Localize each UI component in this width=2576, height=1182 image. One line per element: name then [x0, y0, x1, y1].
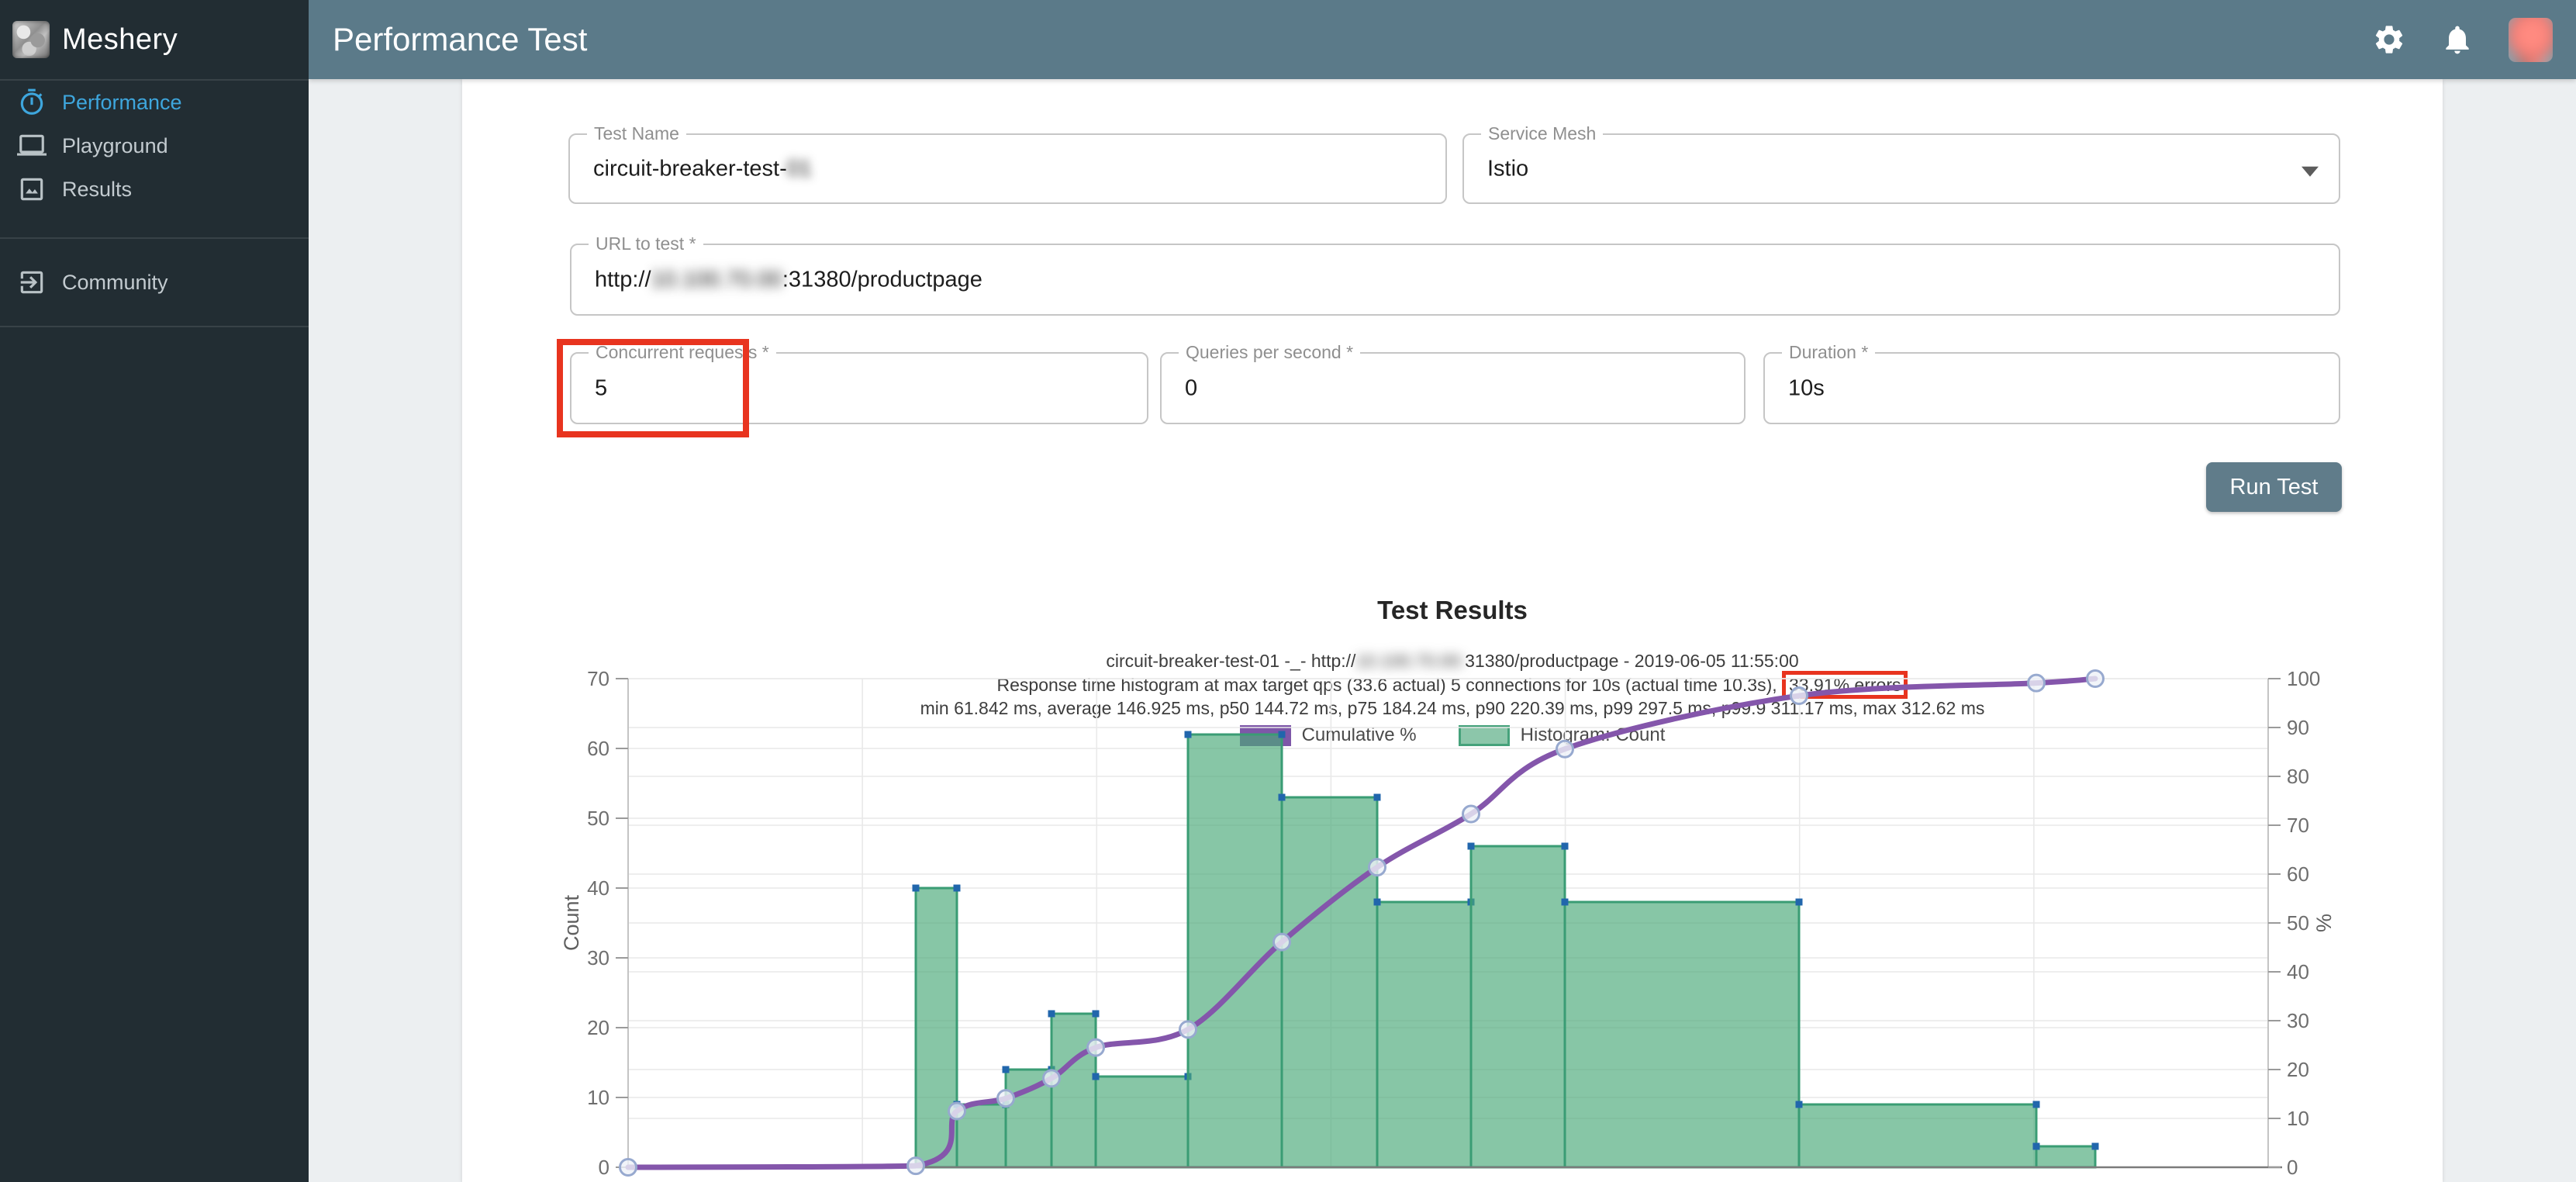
- legend-swatch-histogram: [1459, 725, 1510, 746]
- service-mesh-select[interactable]: Service Mesh Istio: [1462, 133, 2340, 204]
- results-summary: circuit-breaker-test-01 -_- http://10.10…: [462, 651, 2443, 717]
- url-field[interactable]: URL to test * http://10.100.70.00:31380/…: [570, 244, 2340, 316]
- test-name-label: Test Name: [587, 123, 686, 144]
- sidebar-item-label: Community: [62, 271, 168, 295]
- main-content: Test Name circuit-breaker-test-01 Servic…: [309, 79, 2576, 1182]
- page-title: Performance Test: [309, 21, 587, 58]
- duration-label: Duration *: [1782, 342, 1875, 363]
- performance-test-card: Test Name circuit-breaker-test-01 Servic…: [462, 79, 2443, 1182]
- sidebar-item-performance[interactable]: Performance: [0, 81, 309, 124]
- chart-legend: Cumulative % Histogram: Count: [462, 724, 2443, 746]
- qps-field[interactable]: Queries per second * 0: [1160, 352, 1746, 424]
- legend-label-cumulative: Cumulative %: [1302, 724, 1417, 746]
- results-line-3: min 61.842 ms, average 146.925 ms, p50 1…: [462, 699, 2443, 718]
- highlight-box-errors: 33.91% errors: [1782, 671, 1908, 699]
- run-test-button[interactable]: Run Test: [2206, 462, 2342, 512]
- masked-text: 10.100.70.00:: [1355, 651, 1465, 671]
- user-avatar[interactable]: [2509, 18, 2553, 62]
- timer-icon: [17, 88, 47, 117]
- chart-image-icon: [17, 175, 47, 204]
- sidebar-item-results[interactable]: Results: [0, 168, 309, 211]
- bell-icon[interactable]: [2440, 22, 2474, 57]
- sidebar-item-community[interactable]: Community: [0, 261, 309, 304]
- service-mesh-label: Service Mesh: [1481, 123, 1603, 144]
- concurrent-requests-field[interactable]: Concurrent requests * 5: [570, 352, 1148, 424]
- masked-text: 10.100.70.00: [651, 267, 782, 292]
- results-line-2: Response time histogram at max target qp…: [462, 671, 2443, 699]
- sidebar-item-label: Playground: [62, 134, 168, 158]
- brand[interactable]: Meshery: [0, 0, 309, 79]
- sidebar-divider: [0, 326, 309, 327]
- brand-name: Meshery: [62, 23, 178, 57]
- duration-field[interactable]: Duration * 10s: [1763, 352, 2340, 424]
- gear-icon[interactable]: [2372, 22, 2406, 57]
- results-title: Test Results: [462, 596, 2443, 625]
- sidebar-item-label: Results: [62, 178, 132, 202]
- exit-to-app-icon: [17, 268, 47, 297]
- url-label: URL to test *: [589, 233, 703, 254]
- legend-swatch-cumulative: [1240, 725, 1291, 746]
- masked-text: 01: [787, 156, 812, 181]
- laptop-icon: [17, 131, 47, 161]
- test-name-field[interactable]: Test Name circuit-breaker-test-01: [568, 133, 1447, 204]
- sidebar: Meshery Performance Playground Results C…: [0, 0, 309, 1182]
- qps-label: Queries per second *: [1179, 342, 1360, 363]
- app-header: Performance Test: [309, 0, 2576, 79]
- results-line-1: circuit-breaker-test-01 -_- http://10.10…: [462, 651, 2443, 671]
- sidebar-item-label: Performance: [62, 91, 182, 115]
- meshery-logo-icon: [12, 21, 50, 58]
- concurrent-requests-label: Concurrent requests *: [589, 342, 776, 363]
- chevron-down-icon: [2301, 166, 2319, 176]
- sidebar-item-playground[interactable]: Playground: [0, 124, 309, 168]
- legend-label-histogram: Histogram: Count: [1521, 724, 1666, 746]
